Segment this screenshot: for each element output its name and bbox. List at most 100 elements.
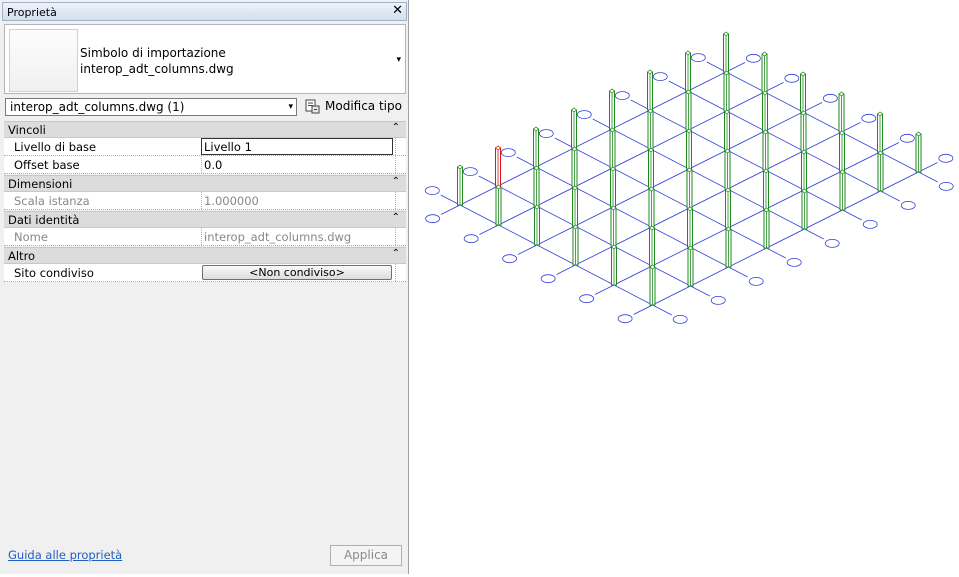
type-selector[interactable]: Simbolo di importazione interop_adt_colu… [4, 24, 406, 94]
column[interactable] [838, 130, 846, 172]
collapse-icon[interactable]: ⌃ [392, 248, 400, 259]
column[interactable] [608, 88, 616, 130]
column[interactable] [610, 244, 618, 286]
grid-bubble [861, 113, 877, 123]
column[interactable] [649, 264, 656, 306]
column[interactable] [647, 147, 655, 189]
base-offset-field[interactable]: 0.0 [201, 156, 393, 173]
column[interactable] [915, 131, 922, 173]
column[interactable] [724, 148, 731, 190]
column[interactable] [609, 127, 616, 169]
grid-bubble [538, 129, 554, 139]
column[interactable] [722, 31, 730, 73]
column[interactable] [456, 164, 464, 206]
collapse-icon[interactable]: ⌃ [392, 122, 400, 133]
grid-bubble [576, 110, 592, 119]
column[interactable] [725, 226, 732, 268]
column[interactable] [646, 69, 654, 111]
column[interactable] [877, 150, 884, 192]
column[interactable] [800, 110, 807, 152]
instance-scale-field: 1.000000 [201, 192, 393, 209]
property-grid: Vincoli ⌃ Livello di base Livello 1 Offs… [4, 120, 406, 282]
grid-line [517, 102, 823, 255]
column[interactable] [684, 50, 692, 92]
properties-panel: Proprietà ✕ Simbolo di importazione inte… [0, 0, 409, 574]
property-key: Nome [14, 230, 48, 244]
column[interactable] [609, 166, 617, 208]
collapse-icon[interactable]: ⌃ [392, 176, 400, 187]
grid-bubble [690, 53, 706, 62]
group-name: Dati identità [8, 213, 80, 227]
column[interactable] [762, 129, 769, 171]
grid-bubble [938, 181, 954, 191]
close-icon[interactable]: ✕ [392, 3, 403, 18]
column[interactable] [533, 204, 541, 246]
column[interactable] [724, 187, 732, 229]
property-row-shared-site[interactable]: Sito condiviso <Non condiviso> [4, 264, 406, 282]
column[interactable] [761, 51, 768, 93]
chevron-down-icon[interactable]: ▾ [288, 102, 293, 112]
column[interactable] [723, 109, 731, 151]
property-row-base-offset[interactable]: Offset base 0.0 [4, 156, 406, 174]
column[interactable] [876, 111, 884, 153]
column[interactable] [761, 90, 769, 132]
column[interactable] [762, 168, 770, 210]
column[interactable] [571, 146, 578, 188]
properties-help-link[interactable]: Guida alle proprietà [8, 548, 122, 562]
column[interactable] [572, 224, 579, 266]
column[interactable] [685, 89, 692, 131]
column[interactable] [685, 128, 693, 170]
collapse-icon[interactable]: ⌃ [392, 212, 400, 223]
edit-type-label: Modifica tipo [325, 99, 402, 113]
column[interactable] [801, 188, 808, 230]
column[interactable] [686, 206, 694, 248]
panel-titlebar[interactable]: Proprietà ✕ [2, 2, 407, 21]
group-header-other[interactable]: Altro ⌃ [4, 247, 406, 264]
column-grid-view[interactable] [410, 0, 959, 574]
property-row-instance-scale: Scala istanza 1.000000 [4, 192, 406, 210]
apply-button[interactable]: Applica [330, 545, 402, 566]
grid-bubble [710, 295, 726, 305]
chevron-down-icon[interactable]: ▾ [396, 55, 401, 65]
grid-bubble [540, 274, 556, 284]
grid-line [668, 80, 900, 202]
column[interactable] [571, 185, 579, 227]
3d-viewport[interactable] [410, 0, 959, 574]
grid-bubble [938, 153, 954, 163]
column[interactable] [763, 207, 770, 249]
grid-line [592, 118, 824, 240]
base-level-field[interactable]: Livello 1 [201, 138, 393, 155]
instance-filter-dropdown[interactable]: interop_adt_columns.dwg (1) ▾ [5, 98, 297, 116]
column[interactable] [610, 205, 617, 247]
type-family-label: Simbolo di importazione [80, 46, 226, 60]
column[interactable] [648, 186, 655, 228]
column[interactable] [686, 167, 693, 209]
type-name-label: interop_adt_columns.dwg [80, 62, 234, 76]
group-header-identity-data[interactable]: Dati identità ⌃ [4, 211, 406, 228]
column[interactable] [799, 71, 807, 113]
column[interactable] [532, 126, 540, 168]
column[interactable] [723, 70, 730, 112]
column[interactable] [570, 107, 578, 149]
column[interactable] [800, 149, 808, 191]
column[interactable] [533, 165, 540, 207]
grid-bubble [784, 73, 800, 83]
group-header-dimensions[interactable]: Dimensioni ⌃ [4, 175, 406, 192]
column-selected[interactable] [494, 145, 502, 187]
row-end-cell [395, 156, 406, 173]
grid-bubble [900, 200, 916, 210]
instance-scale-value: 1.000000 [204, 194, 259, 208]
grid-bubble [862, 219, 878, 229]
column[interactable] [687, 245, 694, 287]
property-row-base-level[interactable]: Livello di base Livello 1 [4, 138, 406, 156]
grid-line [633, 162, 938, 315]
property-key: Scala istanza [14, 194, 90, 208]
grid-bubble [462, 167, 478, 177]
group-header-constraints[interactable]: Vincoli ⌃ [4, 121, 406, 138]
shared-site-button[interactable]: <Non condiviso> [202, 265, 392, 280]
column[interactable] [839, 169, 846, 211]
column[interactable] [648, 225, 656, 267]
column[interactable] [838, 91, 845, 133]
column[interactable] [647, 108, 654, 150]
column[interactable] [495, 184, 502, 226]
